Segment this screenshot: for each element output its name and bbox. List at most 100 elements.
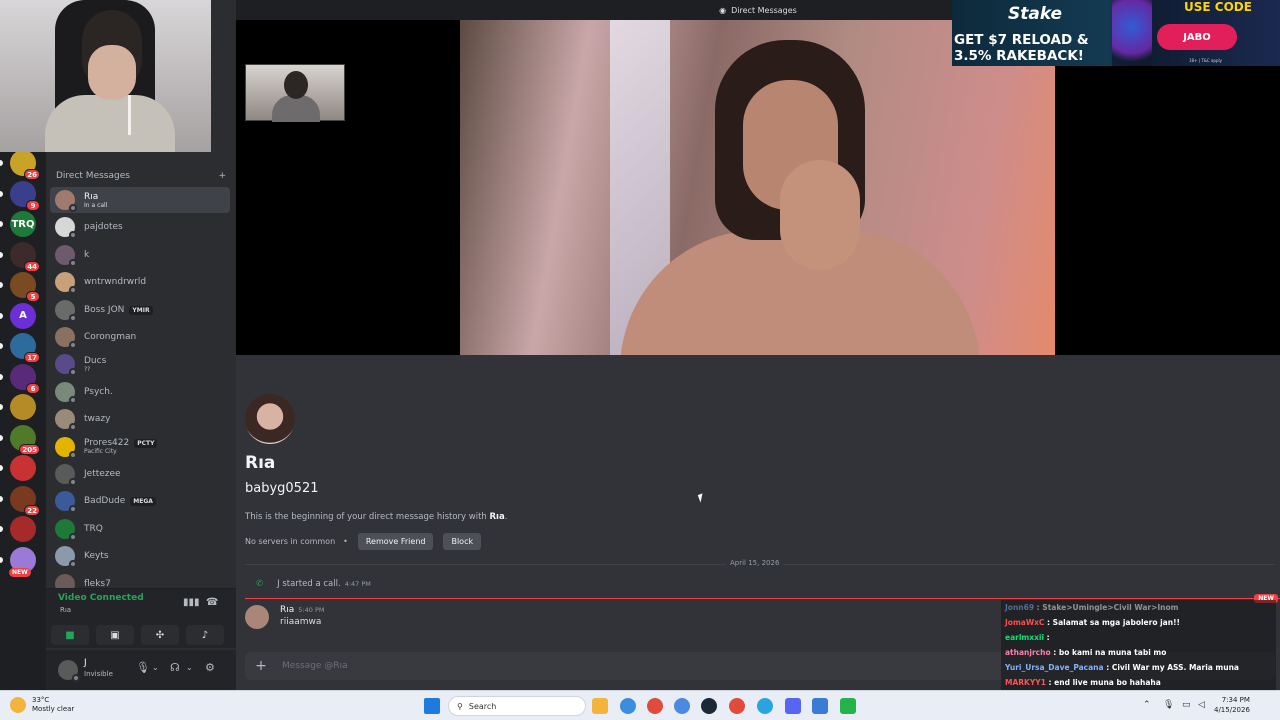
start-windows-icon[interactable] bbox=[424, 698, 440, 714]
discord-icon[interactable] bbox=[785, 698, 801, 714]
dm-item[interactable]: Corongman bbox=[50, 324, 230, 350]
block-button[interactable]: Block bbox=[443, 533, 482, 550]
tray-chevron-icon[interactable]: ⌃ bbox=[1143, 700, 1151, 710]
server-icon[interactable] bbox=[10, 394, 36, 420]
dm-name: TRQ bbox=[84, 523, 103, 534]
remote-video[interactable] bbox=[460, 20, 1055, 355]
message-body: Rıa 5:40 PM riiaamwa bbox=[280, 605, 324, 629]
dm-text: pajdotes bbox=[75, 222, 123, 232]
message-avatar[interactable] bbox=[245, 605, 269, 629]
screen-share-button[interactable]: ▣ bbox=[96, 625, 134, 645]
dm-item[interactable]: twazy bbox=[50, 406, 230, 432]
self-video-tile[interactable] bbox=[245, 64, 345, 122]
remove-friend-button[interactable]: Remove Friend bbox=[357, 533, 434, 550]
server-icon[interactable]: 205 bbox=[10, 424, 40, 455]
mic-chevron-icon[interactable]: ⌄ bbox=[152, 663, 159, 672]
file-explorer-icon[interactable] bbox=[592, 698, 608, 714]
status-indicator bbox=[69, 368, 77, 377]
notepad-icon[interactable] bbox=[812, 698, 828, 714]
dm-avatar bbox=[55, 354, 77, 377]
chrome-icon[interactable] bbox=[647, 698, 663, 714]
taskbar-search[interactable]: ⚲ Search bbox=[448, 696, 586, 716]
server-icon[interactable]: TRQ bbox=[10, 211, 36, 237]
tray-volume-icon[interactable]: ◁ bbox=[1198, 700, 1205, 710]
chrome-profile-icon[interactable] bbox=[674, 698, 690, 714]
status-indicator bbox=[69, 341, 77, 349]
dm-item[interactable]: Psych. bbox=[50, 379, 230, 405]
telegram-icon[interactable] bbox=[757, 698, 773, 714]
server-icon[interactable]: 44 bbox=[10, 241, 40, 272]
dm-text: Keyts bbox=[75, 551, 109, 561]
taskbar-clock[interactable]: 7:34 PM 4/15/2026 bbox=[1214, 695, 1250, 715]
stream-chat-line: athanjrcho : bo kami na muna tabi mo bbox=[1005, 648, 1166, 657]
server-icon[interactable]: 6 bbox=[10, 363, 40, 394]
dm-item[interactable]: Ducs?? bbox=[50, 351, 230, 377]
browser-icon[interactable] bbox=[729, 698, 745, 714]
dm-avatar bbox=[55, 299, 77, 322]
camera-button[interactable]: ■ bbox=[51, 625, 89, 645]
dm-item[interactable]: BadDude MEGA bbox=[50, 488, 230, 514]
dm-item[interactable]: Jettezee bbox=[50, 461, 230, 487]
headphones-chevron-icon[interactable]: ⌄ bbox=[186, 663, 193, 672]
server-icon[interactable]: 9 bbox=[10, 180, 40, 211]
server-icon[interactable] bbox=[10, 516, 36, 542]
add-dm-button[interactable]: + bbox=[218, 171, 226, 181]
settings-gear-icon[interactable]: ⚙ bbox=[205, 661, 215, 674]
dm-name: Prores422 bbox=[84, 438, 130, 449]
copilot-icon[interactable] bbox=[620, 698, 636, 714]
ad-disclaimer: 18+ | T&C apply bbox=[1189, 58, 1222, 63]
server-mention-badge: 9 bbox=[26, 199, 40, 211]
profile-avatar[interactable] bbox=[245, 394, 295, 444]
attach-plus-icon[interactable]: + bbox=[249, 658, 273, 674]
microphone-icon[interactable]: 🎙 bbox=[136, 661, 150, 674]
dm-subtext: ?? bbox=[84, 365, 91, 373]
disconnect-icon[interactable]: ☎ bbox=[206, 597, 218, 608]
soundboard-button[interactable]: ♪ bbox=[186, 625, 224, 645]
profile-display-name: Rıa bbox=[245, 453, 276, 473]
dm-item[interactable]: Keyts bbox=[50, 543, 230, 569]
webcam-face bbox=[88, 45, 136, 100]
dm-item[interactable]: TRQ bbox=[50, 516, 230, 542]
dm-item[interactable]: Rıa In a call bbox=[50, 187, 230, 213]
dm-item[interactable]: Boss JON YMIR bbox=[50, 297, 230, 323]
server-icon[interactable]: A bbox=[10, 302, 36, 329]
server-icon[interactable] bbox=[10, 455, 36, 481]
status-indicator bbox=[69, 204, 77, 212]
dm-item[interactable]: wntrwndrwrld bbox=[50, 269, 230, 295]
dm-item[interactable]: Prores422 PCTY Pacific City bbox=[50, 434, 230, 460]
stream-chat-user: Yuri_Ursa_Dave_Pacana bbox=[1005, 663, 1104, 672]
message-author[interactable]: Rıa bbox=[280, 605, 294, 615]
dm-avatar bbox=[55, 546, 77, 569]
dm-item[interactable]: pajdotes bbox=[50, 214, 230, 240]
voice-status: Video Connected bbox=[58, 593, 144, 603]
dm-name: Psych. bbox=[84, 386, 113, 397]
tray-network-icon[interactable]: ▭ bbox=[1182, 700, 1191, 710]
voice-signal-icon[interactable]: ▮▮▮ bbox=[183, 597, 200, 608]
weather-sun-icon bbox=[10, 697, 26, 713]
dm-avatar bbox=[55, 491, 77, 514]
status-indicator bbox=[69, 450, 77, 459]
dm-text: BadDude MEGA bbox=[75, 496, 156, 507]
dm-avatar bbox=[55, 190, 77, 212]
stream-chat-user: Jonn69 bbox=[1005, 603, 1035, 612]
user-panel: J Invisible 🎙 ⌄ ☊ ⌄ ⚙ bbox=[46, 650, 236, 690]
stream-chat-text: bo kami na muna tabi mo bbox=[1058, 648, 1167, 657]
server-icon[interactable]: 17 bbox=[10, 333, 40, 363]
spotify-icon[interactable] bbox=[840, 698, 856, 714]
weather-widget[interactable]: 33°C Mostly clear bbox=[10, 696, 74, 714]
steam-icon[interactable] bbox=[701, 698, 717, 714]
user-avatar[interactable] bbox=[58, 660, 80, 682]
dm-item[interactable]: k bbox=[50, 242, 230, 268]
server-icon[interactable]: 22 bbox=[10, 485, 40, 516]
voice-channel[interactable]: Rıa bbox=[60, 606, 71, 614]
server-icon[interactable]: 26 bbox=[10, 150, 40, 180]
dm-avatar bbox=[55, 217, 77, 240]
stream-chat-user: earlmxxii bbox=[1005, 633, 1045, 642]
windows-taskbar: 33°C Mostly clear ⚲ Search ⌃ 🎙 ▭ ◁ 7:34 PM… bbox=[0, 690, 1280, 720]
headphones-icon[interactable]: ☊ bbox=[170, 661, 180, 674]
server-mention-badge: 22 bbox=[24, 504, 40, 516]
server-icon[interactable]: 5 bbox=[10, 272, 40, 302]
activities-button[interactable]: ✣ bbox=[141, 625, 179, 645]
tray-mic-icon[interactable]: 🎙 bbox=[1163, 700, 1174, 710]
dm-name: wntrwndrwrld bbox=[84, 277, 147, 288]
